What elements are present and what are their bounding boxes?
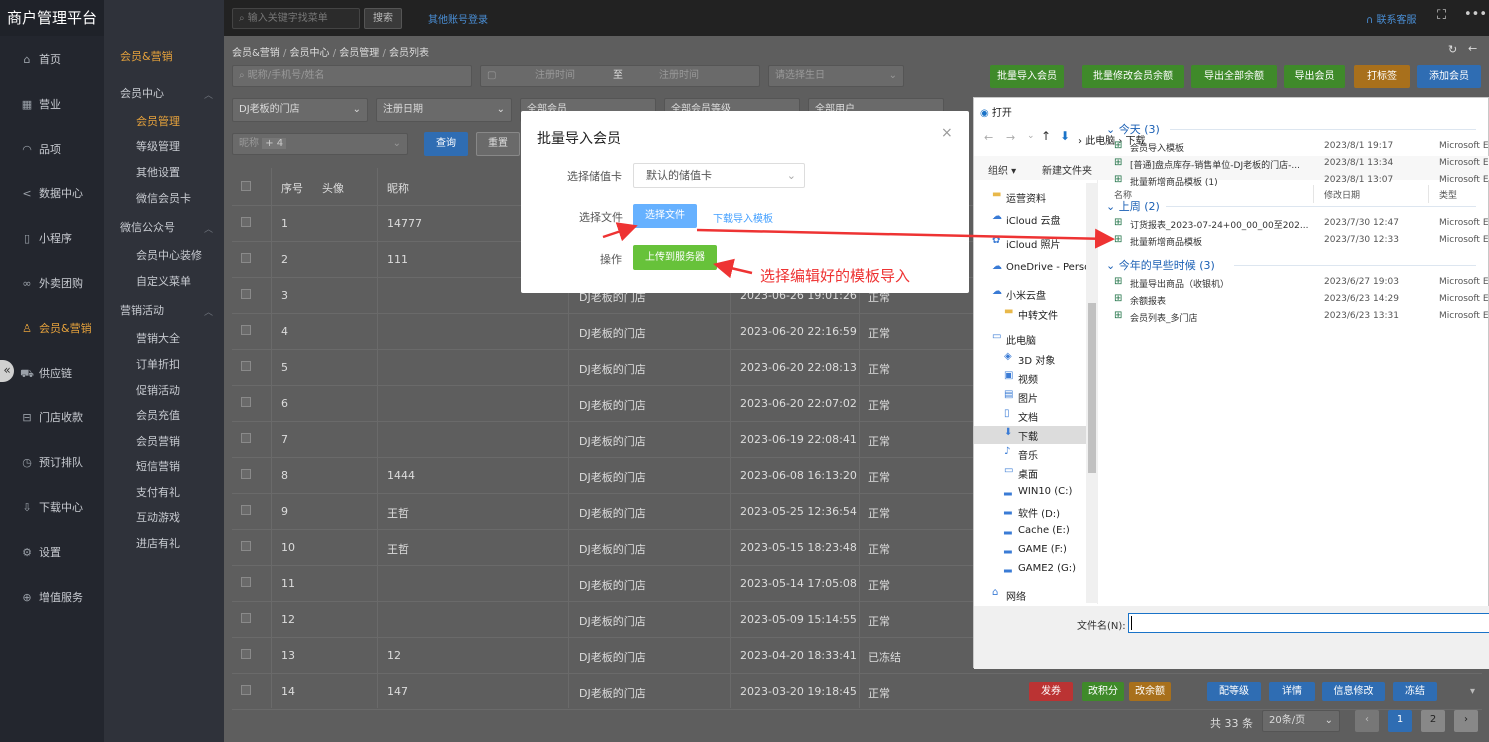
arrow-to-template-file: [696, 228, 1115, 249]
annotation-arrows: [602, 222, 1115, 279]
arrow-to-upload: [713, 258, 753, 279]
arrow-to-choose-file: [602, 222, 638, 242]
